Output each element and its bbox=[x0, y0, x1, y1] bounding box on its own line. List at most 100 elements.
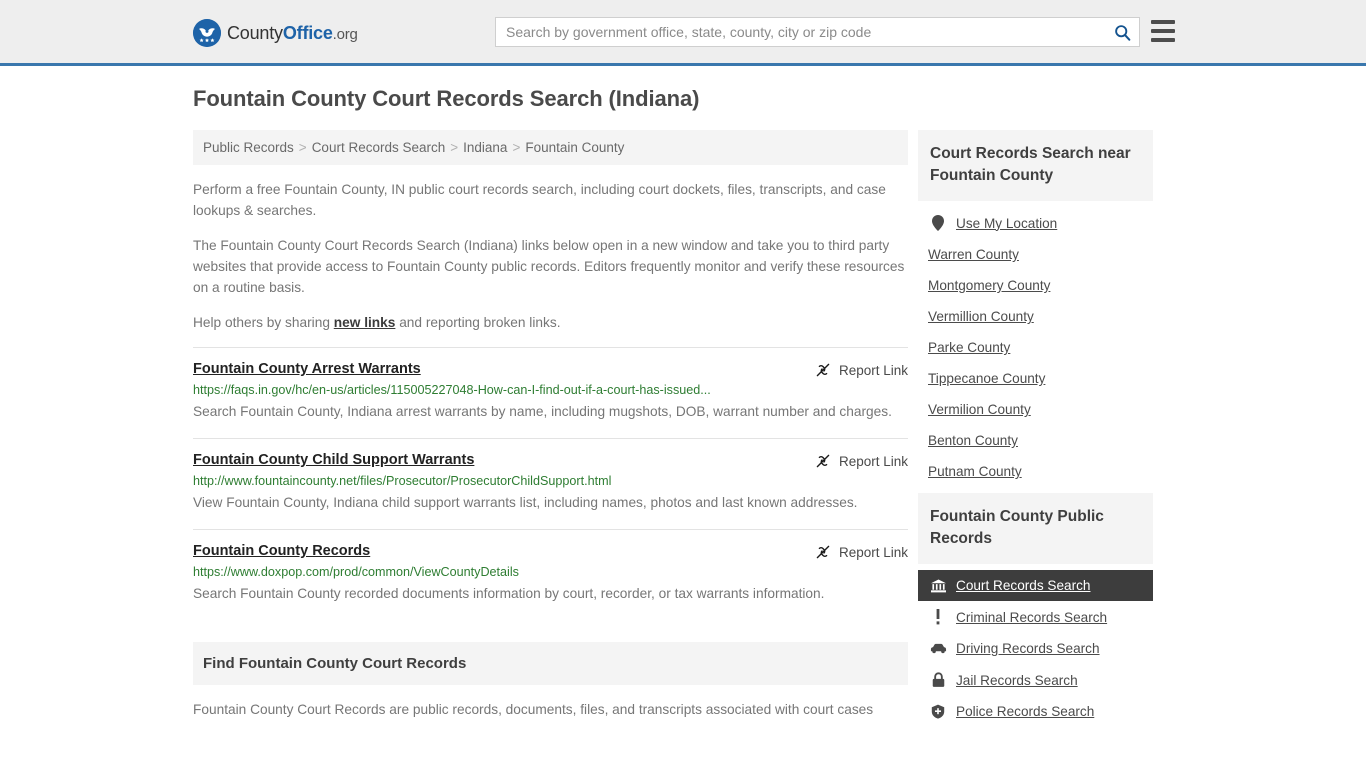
report-link-label: Report Link bbox=[838, 362, 908, 378]
search-input[interactable] bbox=[496, 18, 1105, 46]
courthouse-icon bbox=[928, 578, 948, 593]
eagle-shield-icon bbox=[193, 19, 221, 47]
sidebar-item-court-records-search[interactable]: Court Records Search bbox=[918, 570, 1153, 601]
breadcrumb-separator: > bbox=[298, 140, 307, 155]
sidebar-item-criminal-records-search[interactable]: Criminal Records Search bbox=[918, 601, 1153, 633]
broken-link-icon bbox=[815, 453, 831, 469]
sidebar-nearby-label[interactable]: Tippecanoe County bbox=[928, 371, 1045, 386]
search-button[interactable] bbox=[1105, 18, 1139, 46]
sidebar-public-records-heading: Fountain County Public Records bbox=[930, 508, 1104, 547]
sidebar-public-records-box: Fountain County Public Records Court Rec… bbox=[918, 493, 1153, 727]
result-description: Search Fountain County recorded document… bbox=[193, 586, 825, 601]
sidebar-nearby-label[interactable]: Benton County bbox=[928, 433, 1018, 448]
sidebar-nearby-label[interactable]: Use My Location bbox=[956, 216, 1057, 231]
logo-wordmark: CountyOffice.org bbox=[227, 23, 358, 44]
site-logo[interactable]: CountyOffice.org bbox=[193, 19, 358, 47]
sidebar-item-use-my-location[interactable]: Use My Location bbox=[918, 207, 1153, 239]
hamburger-menu-icon[interactable] bbox=[1151, 20, 1175, 42]
sidebar-item-tippecanoe-county[interactable]: Tippecanoe County bbox=[918, 363, 1153, 394]
intro-p3-after: and reporting broken links. bbox=[395, 315, 561, 330]
hamburger-bar bbox=[1151, 38, 1175, 42]
result-title-link[interactable]: Fountain County Records bbox=[193, 543, 370, 559]
find-records-section-header: Find Fountain County Court Records bbox=[193, 642, 908, 685]
car-icon bbox=[928, 643, 948, 654]
result-item: Fountain County Records Report Link http… bbox=[193, 529, 908, 620]
sidebar-records-label[interactable]: Court Records Search bbox=[956, 578, 1090, 593]
sidebar-nearby-label[interactable]: Putnam County bbox=[928, 464, 1022, 479]
hamburger-bar bbox=[1151, 29, 1175, 33]
sidebar-nearby-label[interactable]: Parke County bbox=[928, 340, 1010, 355]
sidebar-nearby-heading: Court Records Search near Fountain Count… bbox=[930, 145, 1131, 184]
report-link-label: Report Link bbox=[838, 544, 908, 560]
broken-link-icon bbox=[815, 362, 831, 378]
report-link-button[interactable]: Report Link bbox=[815, 453, 908, 469]
sidebar-nearby-list: Use My Location Warren County Montgomery… bbox=[918, 201, 1153, 487]
search-bar[interactable] bbox=[495, 17, 1140, 47]
report-link-button[interactable]: Report Link bbox=[815, 544, 908, 560]
result-title-link[interactable]: Fountain County Child Support Warrants bbox=[193, 452, 474, 468]
sidebar-nearby-label[interactable]: Montgomery County bbox=[928, 278, 1050, 293]
sidebar-item-benton-county[interactable]: Benton County bbox=[918, 425, 1153, 456]
sidebar-records-label[interactable]: Criminal Records Search bbox=[956, 610, 1107, 625]
result-url: https://faqs.in.gov/hc/en-us/articles/11… bbox=[193, 383, 711, 397]
result-title-link[interactable]: Fountain County Arrest Warrants bbox=[193, 361, 421, 377]
result-description: View Fountain County, Indiana child supp… bbox=[193, 495, 858, 510]
main-content: Public Records > Court Records Search > Indi… bbox=[193, 130, 908, 721]
sidebar-item-jail-records-search[interactable]: Jail Records Search bbox=[918, 664, 1153, 696]
sidebar-item-police-records-search[interactable]: Police Records Search bbox=[918, 696, 1153, 727]
sidebar-item-driving-records-search[interactable]: Driving Records Search bbox=[918, 633, 1153, 664]
breadcrumb-separator: > bbox=[450, 140, 459, 155]
breadcrumb: Public Records > Court Records Search > Indi… bbox=[193, 130, 908, 165]
logo-text-org: .org bbox=[332, 25, 358, 43]
report-link-button[interactable]: Report Link bbox=[815, 362, 908, 378]
page-title: Fountain County Court Records Search (In… bbox=[193, 86, 700, 111]
intro-paragraph-3: Help others by sharing new links and rep… bbox=[193, 312, 908, 333]
result-description: Search Fountain County, Indiana arrest w… bbox=[193, 404, 892, 419]
logo-text-office: Office bbox=[282, 22, 333, 43]
result-url: https://www.doxpop.com/prod/common/ViewC… bbox=[193, 565, 519, 579]
hamburger-bar bbox=[1151, 20, 1175, 24]
map-pin-icon bbox=[928, 215, 948, 231]
find-records-body: Fountain County Court Records are public… bbox=[193, 702, 874, 717]
intro-text: Perform a free Fountain County, IN publi… bbox=[193, 179, 908, 333]
search-icon bbox=[1114, 24, 1130, 41]
report-link-label: Report Link bbox=[838, 453, 908, 469]
sidebar-item-putnam-county[interactable]: Putnam County bbox=[918, 456, 1153, 487]
sidebar-records-label[interactable]: Police Records Search bbox=[956, 704, 1094, 719]
sidebar-records-label[interactable]: Jail Records Search bbox=[956, 673, 1078, 688]
sidebar: Court Records Search near Fountain Count… bbox=[918, 130, 1153, 733]
breadcrumb-item-fountain-county[interactable]: Fountain County bbox=[525, 140, 624, 155]
breadcrumb-separator: > bbox=[512, 140, 521, 155]
result-item: Fountain County Arrest Warrants Report L… bbox=[193, 347, 908, 438]
sidebar-item-montgomery-county[interactable]: Montgomery County bbox=[918, 270, 1153, 301]
sidebar-public-records-list: Court Records Search Criminal Records Se… bbox=[918, 564, 1153, 727]
sidebar-item-vermillion-county[interactable]: Vermillion County bbox=[918, 301, 1153, 332]
breadcrumb-item-court-records-search[interactable]: Court Records Search bbox=[312, 140, 446, 155]
lock-icon bbox=[928, 672, 948, 688]
sidebar-nearby-box: Court Records Search near Fountain Count… bbox=[918, 130, 1153, 487]
broken-link-icon bbox=[815, 544, 831, 560]
intro-paragraph-2: The Fountain County Court Records Search… bbox=[193, 238, 905, 295]
result-item: Fountain County Child Support Warrants R… bbox=[193, 438, 908, 529]
exclamation-icon bbox=[928, 609, 948, 625]
intro-paragraph-1: Perform a free Fountain County, IN publi… bbox=[193, 182, 886, 218]
sidebar-item-vermilion-county[interactable]: Vermilion County bbox=[918, 394, 1153, 425]
sidebar-item-warren-county[interactable]: Warren County bbox=[918, 239, 1153, 270]
new-links-link[interactable]: new links bbox=[334, 315, 396, 330]
sidebar-item-parke-county[interactable]: Parke County bbox=[918, 332, 1153, 363]
sidebar-public-records-header: Fountain County Public Records bbox=[918, 493, 1153, 564]
logo-text-county: County bbox=[227, 22, 283, 43]
sidebar-records-label[interactable]: Driving Records Search bbox=[956, 641, 1100, 656]
sidebar-nearby-label[interactable]: Vermillion County bbox=[928, 309, 1034, 324]
site-header: CountyOffice.org bbox=[0, 0, 1366, 66]
sidebar-nearby-header: Court Records Search near Fountain Count… bbox=[918, 130, 1153, 201]
police-badge-icon bbox=[928, 704, 948, 719]
sidebar-nearby-label[interactable]: Warren County bbox=[928, 247, 1019, 262]
breadcrumb-item-indiana[interactable]: Indiana bbox=[463, 140, 507, 155]
intro-p3-before: Help others by sharing bbox=[193, 315, 334, 330]
breadcrumb-item-public-records[interactable]: Public Records bbox=[203, 140, 294, 155]
sidebar-nearby-label[interactable]: Vermilion County bbox=[928, 402, 1031, 417]
page-body: Fountain County Court Records Search (In… bbox=[0, 66, 1366, 733]
find-records-heading: Find Fountain County Court Records bbox=[203, 655, 467, 672]
result-url: http://www.fountaincounty.net/files/Pros… bbox=[193, 474, 612, 488]
